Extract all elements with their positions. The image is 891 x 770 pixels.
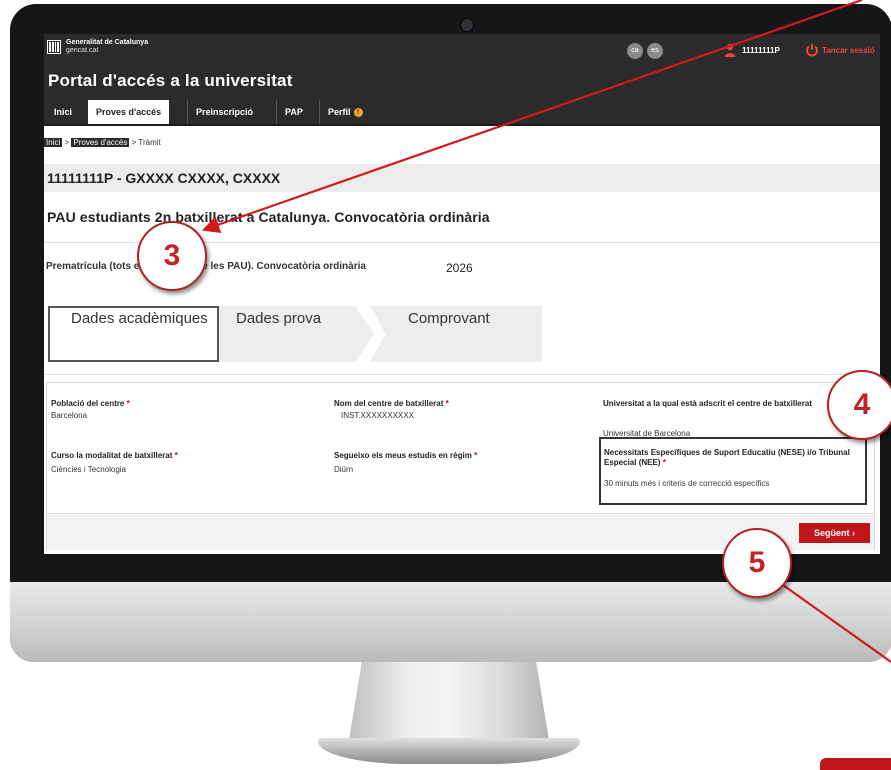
annotation-badge-4: 4 bbox=[827, 370, 891, 440]
arrow-to-3 bbox=[201, 0, 863, 233]
annotation-badge-3: 3 bbox=[137, 221, 207, 291]
annotation-badge-5: 5 bbox=[722, 528, 792, 598]
annotation-arrows bbox=[201, 0, 891, 663]
arrow-from-5 bbox=[782, 584, 891, 663]
